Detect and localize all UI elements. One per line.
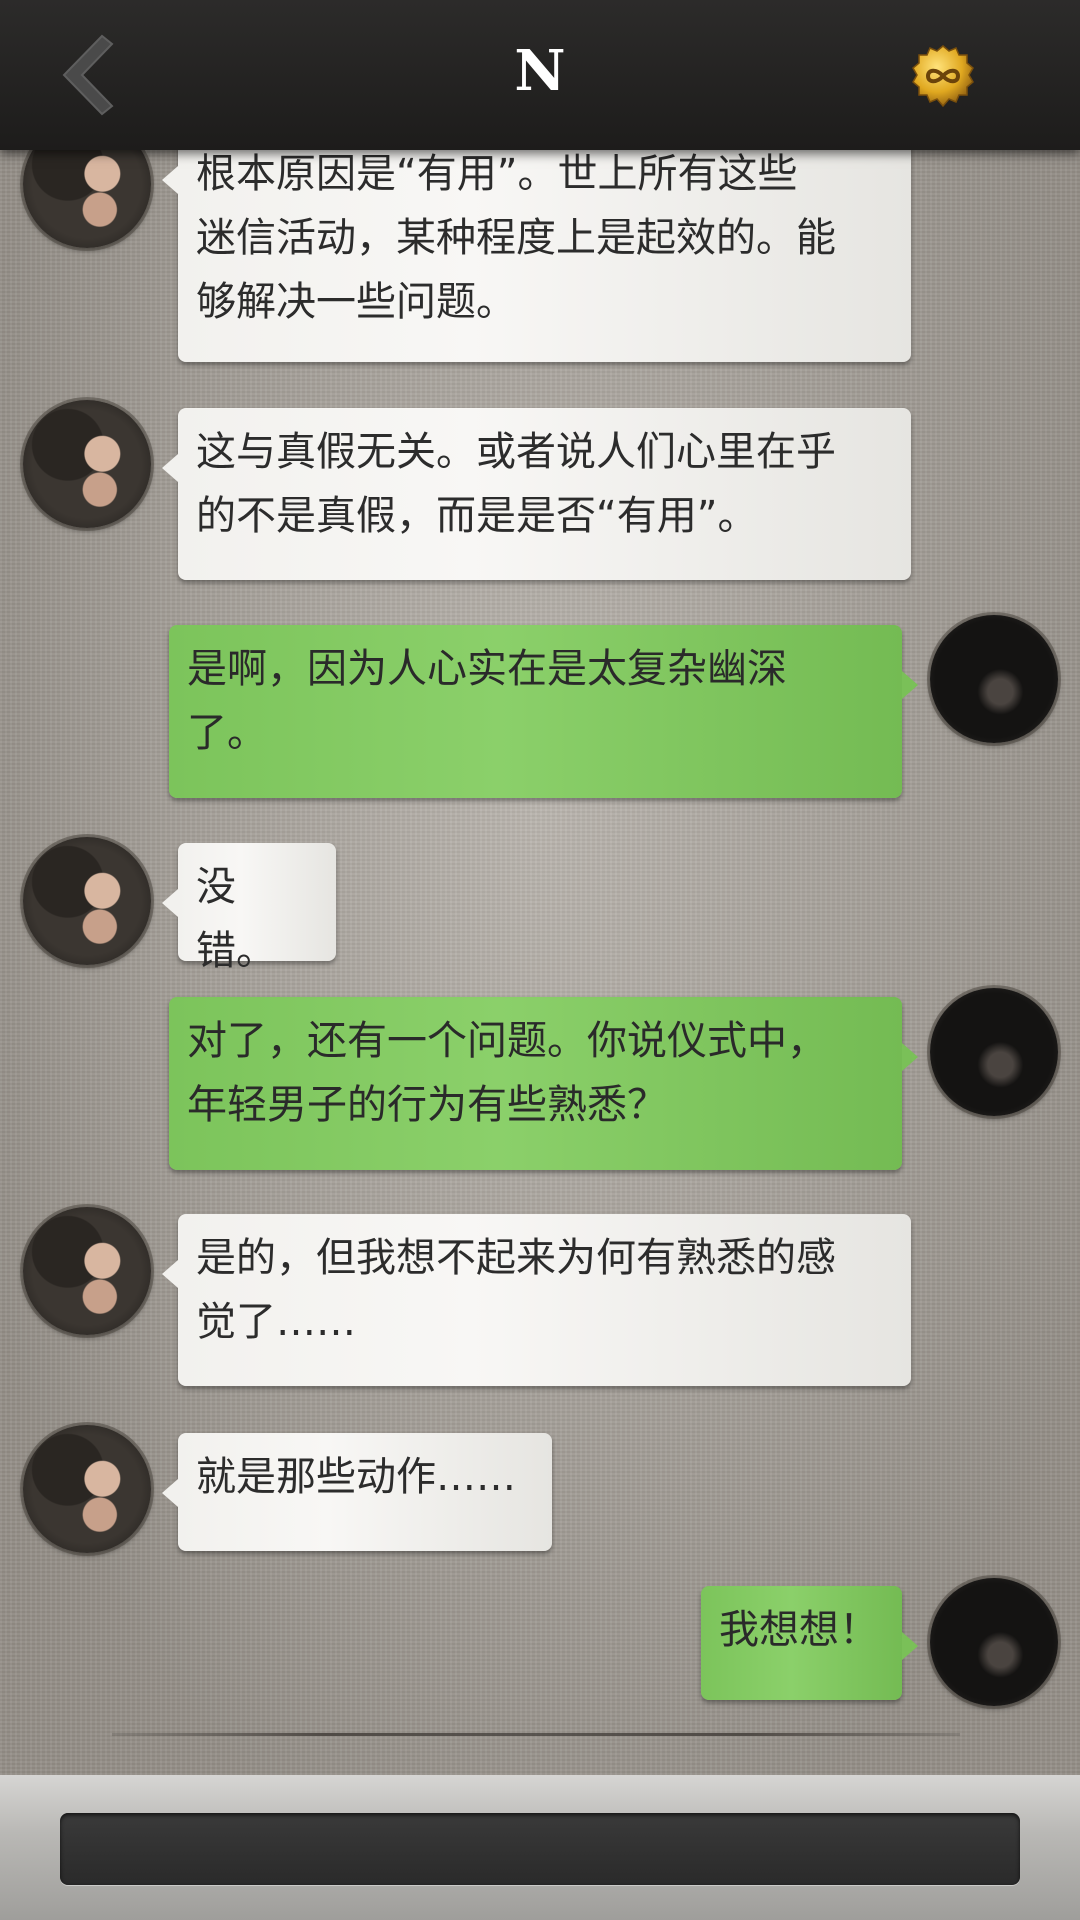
infinity-coin-icon [912, 45, 974, 108]
contact-avatar[interactable] [23, 1425, 151, 1553]
contact-avatar[interactable] [23, 400, 151, 528]
composer-bar [0, 1775, 1080, 1920]
contact-avatar[interactable] [23, 150, 151, 248]
user-avatar[interactable] [930, 988, 1058, 1116]
message-bubble: 我想想！ [701, 1586, 918, 1700]
top-bar: N [0, 0, 1080, 150]
message-bubble: 对了，还有一个问题。你说仪式中， 年轻男子的行为有些熟悉？ [169, 997, 918, 1170]
message-bubble: 没错。 [162, 843, 336, 974]
coin-button[interactable] [910, 44, 976, 110]
message-input[interactable] [60, 1813, 1020, 1885]
divider [112, 1733, 960, 1736]
contact-avatar[interactable] [23, 1207, 151, 1335]
chat-area[interactable]: 根本原因是“有用”。世上所有这些 迷信活动，某种程度上是起效的。能 够解决一些问… [0, 150, 1080, 1775]
message-bubble: 是的，但我想不起来为何有熟悉的感 觉了…… [162, 1214, 911, 1386]
message-bubble: 就是那些动作…… [162, 1433, 552, 1551]
message-bubble: 根本原因是“有用”。世上所有这些 迷信活动，某种程度上是起效的。能 够解决一些问… [162, 150, 911, 362]
user-avatar[interactable] [930, 615, 1058, 743]
message-bubble: 这与真假无关。或者说人们心里在乎 的不是真假，而是是否“有用”。 [162, 408, 911, 580]
user-avatar[interactable] [930, 1578, 1058, 1706]
contact-avatar[interactable] [23, 837, 151, 965]
message-bubble: 是啊，因为人心实在是太复杂幽深 了。 [169, 625, 918, 798]
